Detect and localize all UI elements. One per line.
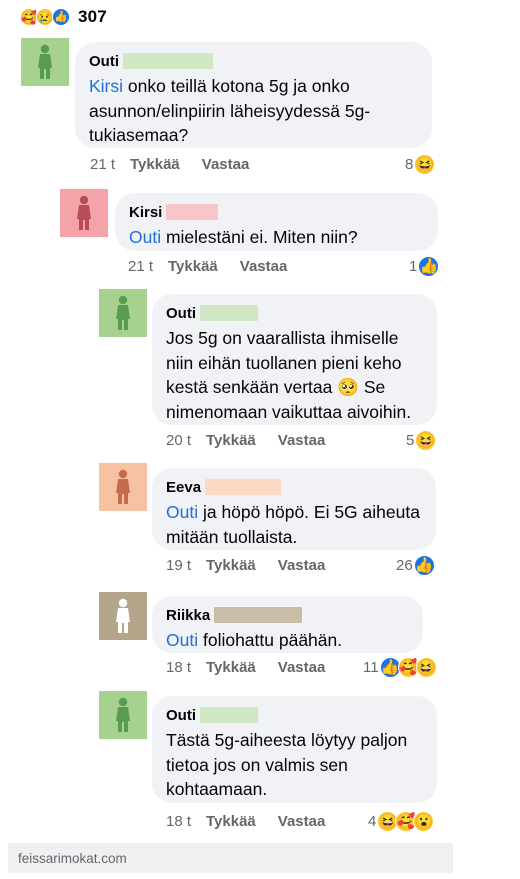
comment-timestamp[interactable]: 21 t bbox=[90, 156, 130, 173]
person-silhouette-icon bbox=[77, 195, 91, 230]
comment-timestamp[interactable]: 18 t bbox=[166, 659, 206, 676]
like-icon: 👍 bbox=[52, 8, 70, 26]
haha-emoji-icon: 😆 bbox=[415, 429, 437, 451]
comment-actions: 18 t Tykkää Vastaa bbox=[166, 809, 347, 833]
comment-author[interactable]: Kirsi bbox=[129, 204, 162, 221]
comment-timestamp[interactable]: 18 t bbox=[166, 813, 206, 830]
comment-actions: 21 t Tykkää Vastaa bbox=[128, 254, 309, 278]
comment-text: Outi foliohattu päähän. bbox=[166, 630, 343, 650]
comment-bubble: Outi Tästä 5g-aiheesta löytyy paljon tie… bbox=[152, 696, 437, 803]
like-button[interactable]: Tykkää bbox=[206, 432, 256, 449]
redacted-surname bbox=[200, 707, 258, 723]
redacted-surname bbox=[214, 607, 303, 623]
avatar[interactable] bbox=[99, 463, 147, 511]
comment-text: Outi ja höpö höpö. Ei 5G aiheuta mitään … bbox=[166, 502, 420, 547]
comment-reaction-count: 4 bbox=[368, 812, 377, 830]
comment-reaction-count: 1 bbox=[409, 257, 418, 275]
person-silhouette-icon bbox=[116, 469, 130, 504]
person-silhouette-icon bbox=[116, 697, 130, 732]
comment-actions: 18 t Tykkää Vastaa bbox=[166, 655, 347, 679]
like-emoji-icon: 👍 bbox=[413, 554, 435, 576]
avatar[interactable] bbox=[99, 289, 147, 337]
avatar[interactable] bbox=[60, 189, 108, 237]
comment-author[interactable]: Riikka bbox=[166, 607, 210, 624]
like-button[interactable]: Tykkää bbox=[168, 258, 218, 275]
comment-bubble: Outi Kirsi onko teillä kotona 5g ja onko… bbox=[75, 42, 432, 148]
wow-emoji-icon: 😮 bbox=[413, 810, 435, 832]
avatar[interactable] bbox=[99, 592, 147, 640]
comment-author[interactable]: Outi bbox=[166, 305, 196, 322]
post-reactions-summary[interactable]: 🥰 😢 👍 307 bbox=[20, 6, 107, 28]
reply-button[interactable]: Vastaa bbox=[278, 557, 326, 574]
like-button[interactable]: Tykkää bbox=[206, 813, 256, 830]
redacted-surname bbox=[205, 479, 282, 495]
redacted-surname bbox=[200, 305, 258, 321]
comment-author[interactable]: Eeva bbox=[166, 479, 201, 496]
watermark-text: feissarimokat.com bbox=[18, 850, 127, 866]
comment-reactions[interactable]: 11 👍 🥰 😆 bbox=[363, 655, 437, 679]
avatar[interactable] bbox=[99, 691, 147, 739]
comment-reactions[interactable]: 8 😆 bbox=[405, 152, 436, 176]
comment-actions: 20 t Tykkää Vastaa bbox=[166, 428, 347, 452]
comment-timestamp[interactable]: 19 t bbox=[166, 557, 206, 574]
comment-reactions[interactable]: 1 👍 bbox=[409, 254, 440, 278]
comment-author[interactable]: Outi bbox=[166, 707, 196, 724]
person-silhouette-icon bbox=[116, 598, 130, 633]
haha-emoji-icon: 😆 bbox=[414, 153, 436, 175]
comment-timestamp[interactable]: 21 t bbox=[128, 258, 168, 275]
comment-bubble: Eeva Outi ja höpö höpö. Ei 5G aiheuta mi… bbox=[152, 468, 436, 550]
comment-author[interactable]: Outi bbox=[89, 53, 119, 70]
like-button[interactable]: Tykkää bbox=[206, 659, 256, 676]
watermark-bar: feissarimokat.com bbox=[8, 843, 453, 873]
comment-reactions[interactable]: 5 😆 bbox=[406, 428, 437, 452]
comment-bubble: Outi Jos 5g on vaarallista ihmiselle nii… bbox=[152, 294, 437, 425]
haha-emoji-icon: 😆 bbox=[415, 656, 437, 678]
like-button[interactable]: Tykkää bbox=[130, 156, 180, 173]
mention-link[interactable]: Outi bbox=[166, 502, 198, 522]
comment-text: Jos 5g on vaarallista ihmiselle niin eih… bbox=[166, 328, 412, 422]
mention-link[interactable]: Outi bbox=[166, 630, 198, 650]
reply-button[interactable]: Vastaa bbox=[278, 432, 326, 449]
mention-link[interactable]: Kirsi bbox=[89, 76, 123, 96]
comment-reactions[interactable]: 4 😆 🥰 😮 bbox=[368, 809, 435, 833]
reply-button[interactable]: Vastaa bbox=[278, 813, 326, 830]
comment-reaction-count: 11 bbox=[363, 658, 379, 676]
comment-actions: 19 t Tykkää Vastaa bbox=[166, 553, 347, 577]
comment-timestamp[interactable]: 20 t bbox=[166, 432, 206, 449]
comment-reaction-count: 26 bbox=[396, 556, 413, 574]
like-button[interactable]: Tykkää bbox=[206, 557, 256, 574]
comment-reactions[interactable]: 26 👍 bbox=[396, 553, 435, 577]
comment-text: Tästä 5g-aiheesta löytyy paljon tietoa j… bbox=[166, 730, 408, 799]
person-silhouette-icon bbox=[38, 44, 52, 79]
redacted-surname bbox=[123, 53, 213, 69]
mention-link[interactable]: Outi bbox=[129, 227, 161, 247]
like-emoji-icon: 👍 bbox=[418, 255, 440, 277]
comment-reaction-count: 5 bbox=[406, 431, 415, 449]
comment-reaction-count: 8 bbox=[405, 155, 414, 173]
person-silhouette-icon bbox=[116, 295, 130, 330]
post-reaction-count: 307 bbox=[78, 7, 107, 26]
redacted-surname bbox=[166, 204, 219, 220]
reply-button[interactable]: Vastaa bbox=[240, 258, 288, 275]
comment-bubble: Kirsi Outi mielestäni ei. Miten niin? bbox=[115, 193, 438, 251]
comment-text: Kirsi onko teillä kotona 5g ja onko asun… bbox=[89, 76, 371, 145]
avatar[interactable] bbox=[21, 38, 69, 86]
reply-button[interactable]: Vastaa bbox=[278, 659, 326, 676]
comment-actions: 21 t Tykkää Vastaa bbox=[90, 152, 271, 176]
comment-text: Outi mielestäni ei. Miten niin? bbox=[129, 227, 358, 247]
reply-button[interactable]: Vastaa bbox=[202, 156, 250, 173]
comment-bubble: Riikka Outi foliohattu päähän. bbox=[152, 596, 423, 653]
